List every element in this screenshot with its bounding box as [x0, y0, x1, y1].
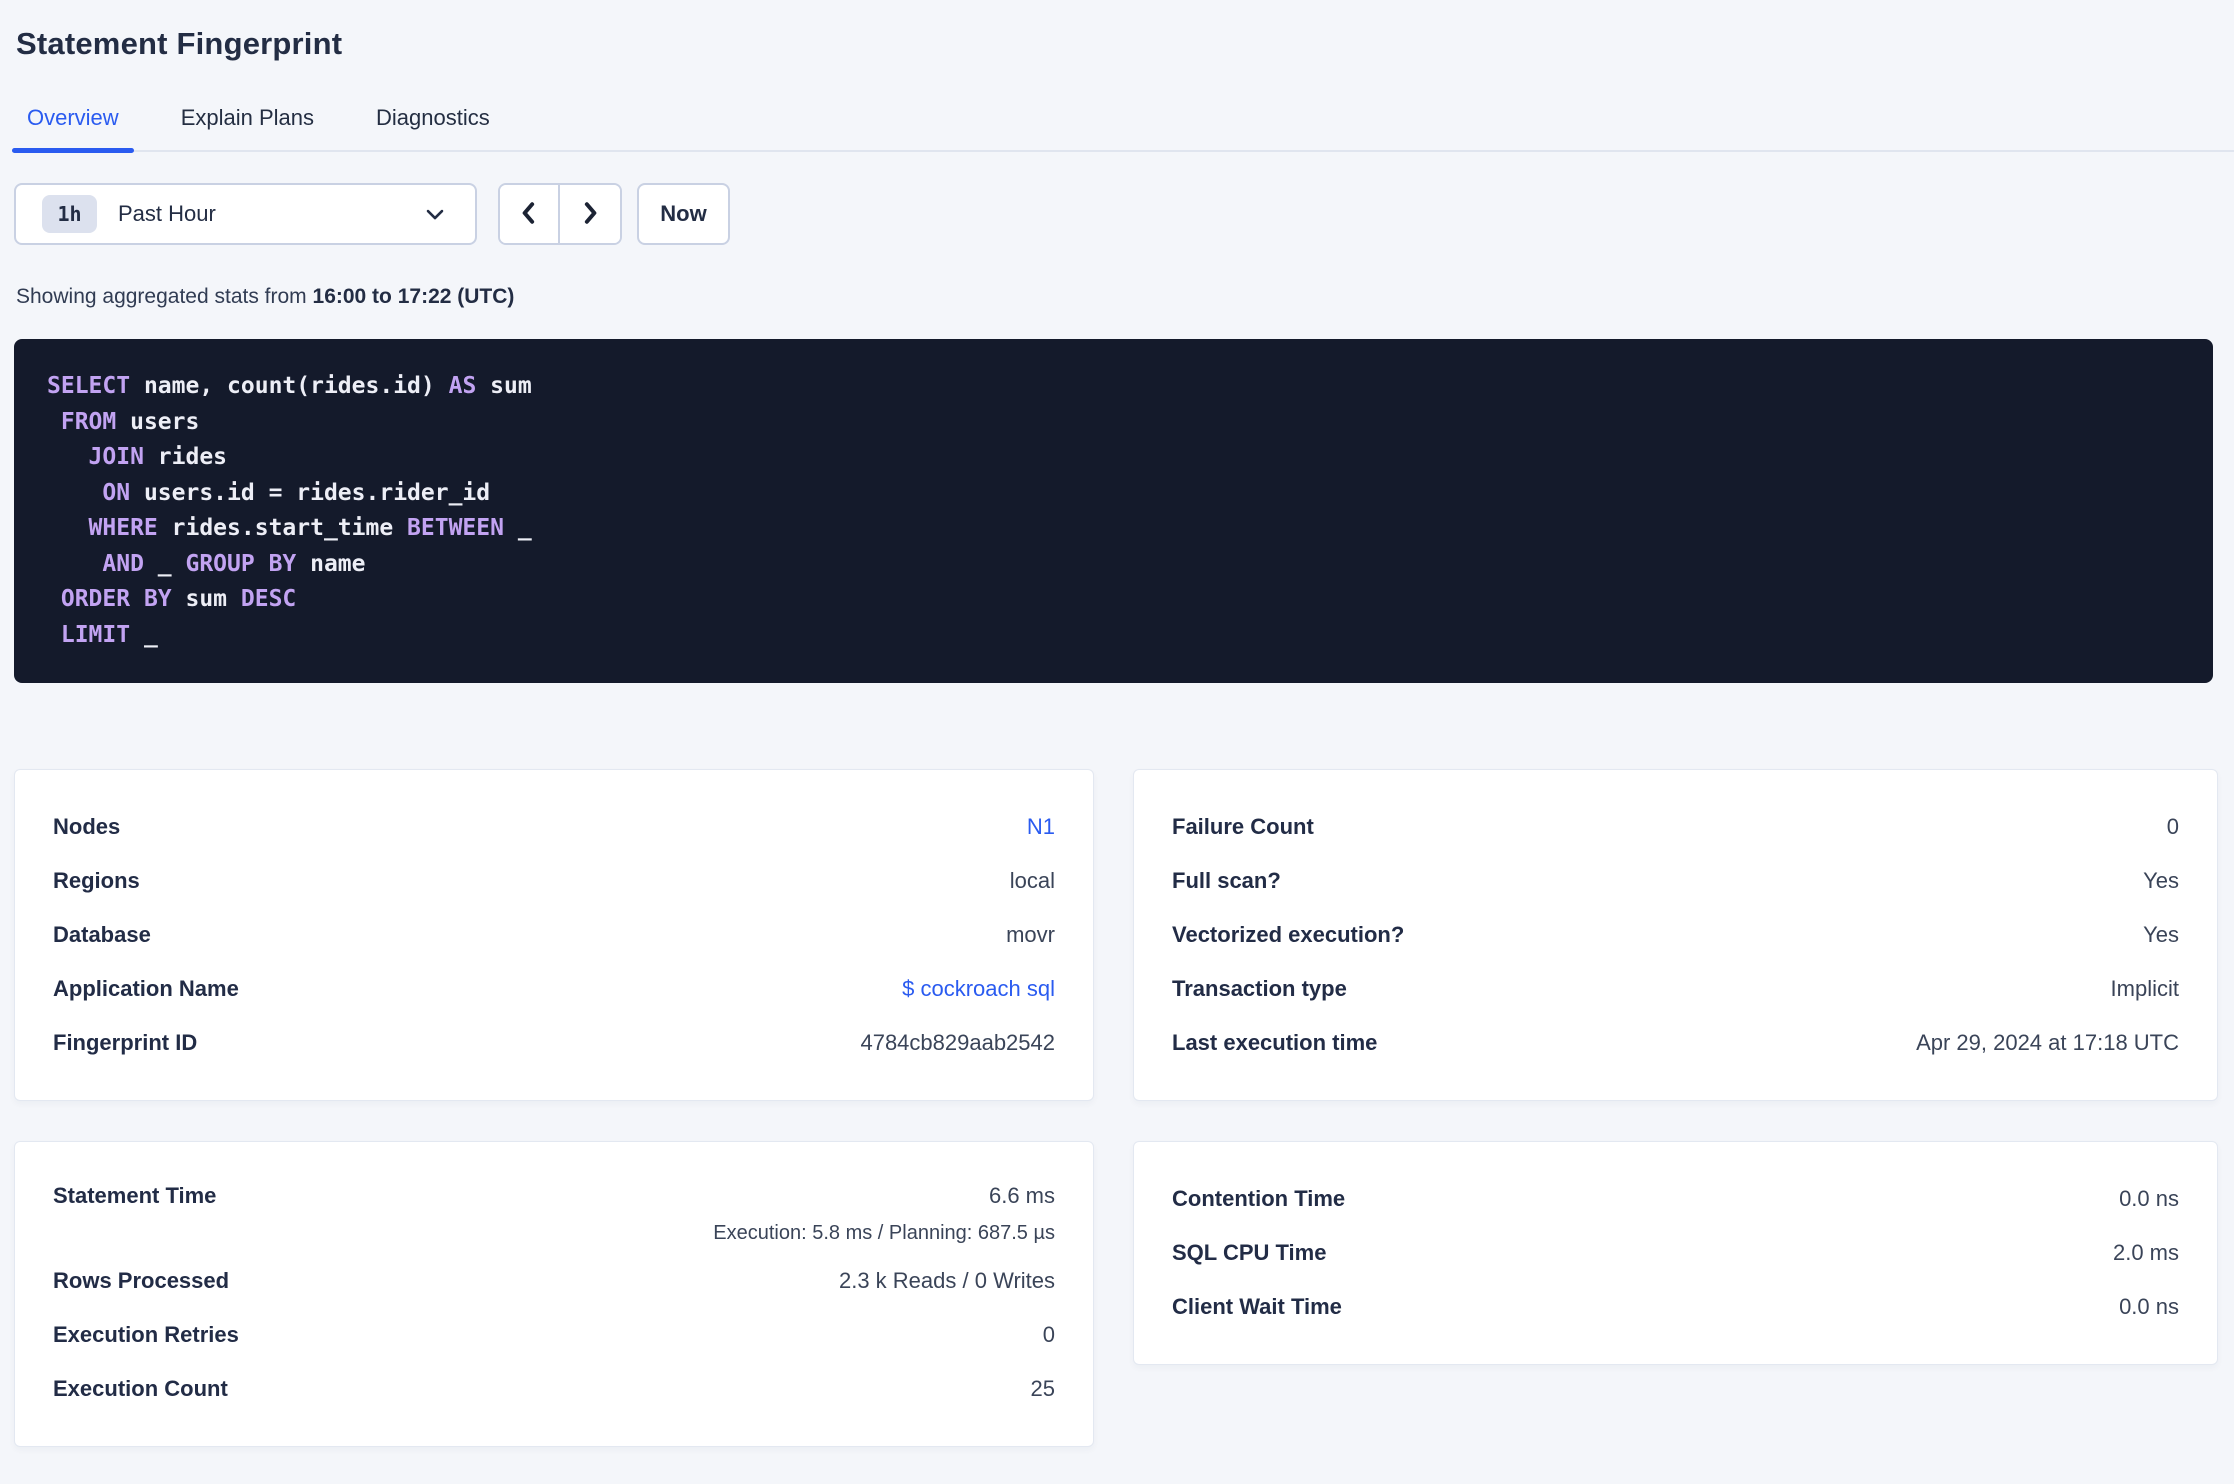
next-time-button[interactable] [560, 185, 620, 243]
chevron-down-icon [421, 200, 449, 228]
performance-card-left: Statement Time 6.6 ms Execution: 5.8 ms … [14, 1141, 1094, 1447]
stat-value: local [1009, 868, 1055, 893]
nodes-link[interactable]: N1 [1027, 814, 1055, 840]
row-fingerprint-id: Fingerprint ID 4784cb829aab2542 [53, 1016, 1055, 1070]
sql-statement: SELECT name, count(rides.id) AS sum FROM… [14, 339, 2213, 683]
row-rows-processed: Rows Processed 2.3 k Reads / 0 Writes [53, 1254, 1055, 1308]
stat-label: Database [53, 922, 151, 947]
row-failure-count: Failure Count 0 [1172, 800, 2179, 854]
row-execution-retries: Execution Retries 0 [53, 1308, 1055, 1362]
row-last-execution-time: Last execution time Apr 29, 2024 at 17:1… [1172, 1016, 2179, 1070]
tab-explain-plans[interactable]: Explain Plans [166, 105, 329, 150]
row-application-name: Application Name $ cockroach sql [53, 962, 1055, 1016]
stat-label: Execution Retries [53, 1322, 239, 1347]
stat-value: 2.3 k Reads / 0 Writes [838, 1268, 1055, 1293]
stat-label: SQL CPU Time [1172, 1240, 1327, 1265]
row-client-wait-time: Client Wait Time 0.0 ns [1172, 1280, 2179, 1334]
stat-value: Implicit [2110, 976, 2179, 1001]
aggregated-stats-prefix: Showing aggregated stats from [16, 285, 313, 308]
row-database: Database movr [53, 908, 1055, 962]
stat-label: Failure Count [1172, 814, 1314, 839]
time-nav-group [498, 183, 622, 245]
now-button[interactable]: Now [637, 183, 730, 245]
stat-value: 0.0 ns [2119, 1186, 2179, 1211]
row-regions: Regions local [53, 854, 1055, 908]
performance-card-right: Contention Time 0.0 ns SQL CPU Time 2.0 … [1133, 1141, 2218, 1365]
tab-diagnostics[interactable]: Diagnostics [361, 105, 505, 150]
stat-label: Last execution time [1172, 1030, 1378, 1055]
aggregated-stats-range: 16:00 to 17:22 (UTC) [312, 285, 515, 308]
time-range-dropdown[interactable]: 1h Past Hour [14, 183, 477, 245]
stat-label: Full scan? [1172, 868, 1281, 893]
time-controls: 1h Past Hour Now [14, 183, 2234, 245]
stat-label: Transaction type [1172, 976, 1347, 1001]
stat-value: 4784cb829aab2542 [860, 1030, 1055, 1055]
stat-label: Contention Time [1172, 1186, 1346, 1211]
stat-value: 2.0 ms [2112, 1240, 2179, 1265]
tab-bar: Overview Explain Plans Diagnostics [12, 105, 2234, 153]
stat-label: Vectorized execution? [1172, 922, 1405, 947]
page-title: Statement Fingerprint [16, 26, 343, 61]
stat-label: Execution Count [53, 1376, 228, 1401]
chevron-right-icon [575, 198, 605, 231]
row-vectorized-execution: Vectorized execution? Yes [1172, 908, 2179, 962]
row-contention-time: Contention Time 0.0 ns [1172, 1172, 2179, 1226]
stat-label: Regions [53, 868, 140, 893]
stat-value: Yes [2143, 922, 2179, 947]
application-name-link[interactable]: $ cockroach sql [902, 976, 1055, 1002]
stat-label: Fingerprint ID [53, 1030, 198, 1055]
aggregated-stats-note: Showing aggregated stats from 16:00 to 1… [16, 285, 2234, 309]
row-statement-time: Statement Time 6.6 ms Execution: 5.8 ms … [53, 1172, 1055, 1246]
stat-value: 0 [1042, 1322, 1055, 1347]
tab-overview[interactable]: Overview [12, 105, 134, 153]
stat-value: movr [1006, 922, 1055, 947]
stat-label: Nodes [53, 814, 121, 839]
stat-label: Statement Time [53, 1183, 217, 1208]
row-transaction-type: Transaction type Implicit [1172, 962, 2179, 1016]
stat-label: Client Wait Time [1172, 1294, 1342, 1319]
stat-value: 0 [2166, 814, 2179, 839]
stats-cards: Nodes N1 Regions local Database movr App… [14, 769, 2234, 1447]
stat-value: Apr 29, 2024 at 17:18 UTC [1916, 1030, 2179, 1055]
row-sql-cpu-time: SQL CPU Time 2.0 ms [1172, 1226, 2179, 1280]
stat-value: 6.6 ms [988, 1183, 1055, 1208]
row-full-scan: Full scan? Yes [1172, 854, 2179, 908]
overview-card-left: Nodes N1 Regions local Database movr App… [14, 769, 1094, 1101]
time-range-badge: 1h [42, 195, 97, 233]
stat-value: Yes [2143, 868, 2179, 893]
stat-label: Application Name [53, 976, 239, 1001]
stat-subtext: Execution: 5.8 ms / Planning: 687.5 µs [713, 1222, 1055, 1244]
row-execution-count: Execution Count 25 [53, 1362, 1055, 1416]
time-range-label: Past Hour [118, 201, 216, 226]
stat-label: Rows Processed [53, 1268, 230, 1293]
stat-value: 25 [1030, 1376, 1055, 1401]
prev-time-button[interactable] [500, 185, 560, 243]
stat-value: 0.0 ns [2119, 1294, 2179, 1319]
row-nodes: Nodes N1 [53, 800, 1055, 854]
overview-card-right: Failure Count 0 Full scan? Yes Vectorize… [1133, 769, 2218, 1101]
chevron-left-icon [514, 198, 544, 231]
